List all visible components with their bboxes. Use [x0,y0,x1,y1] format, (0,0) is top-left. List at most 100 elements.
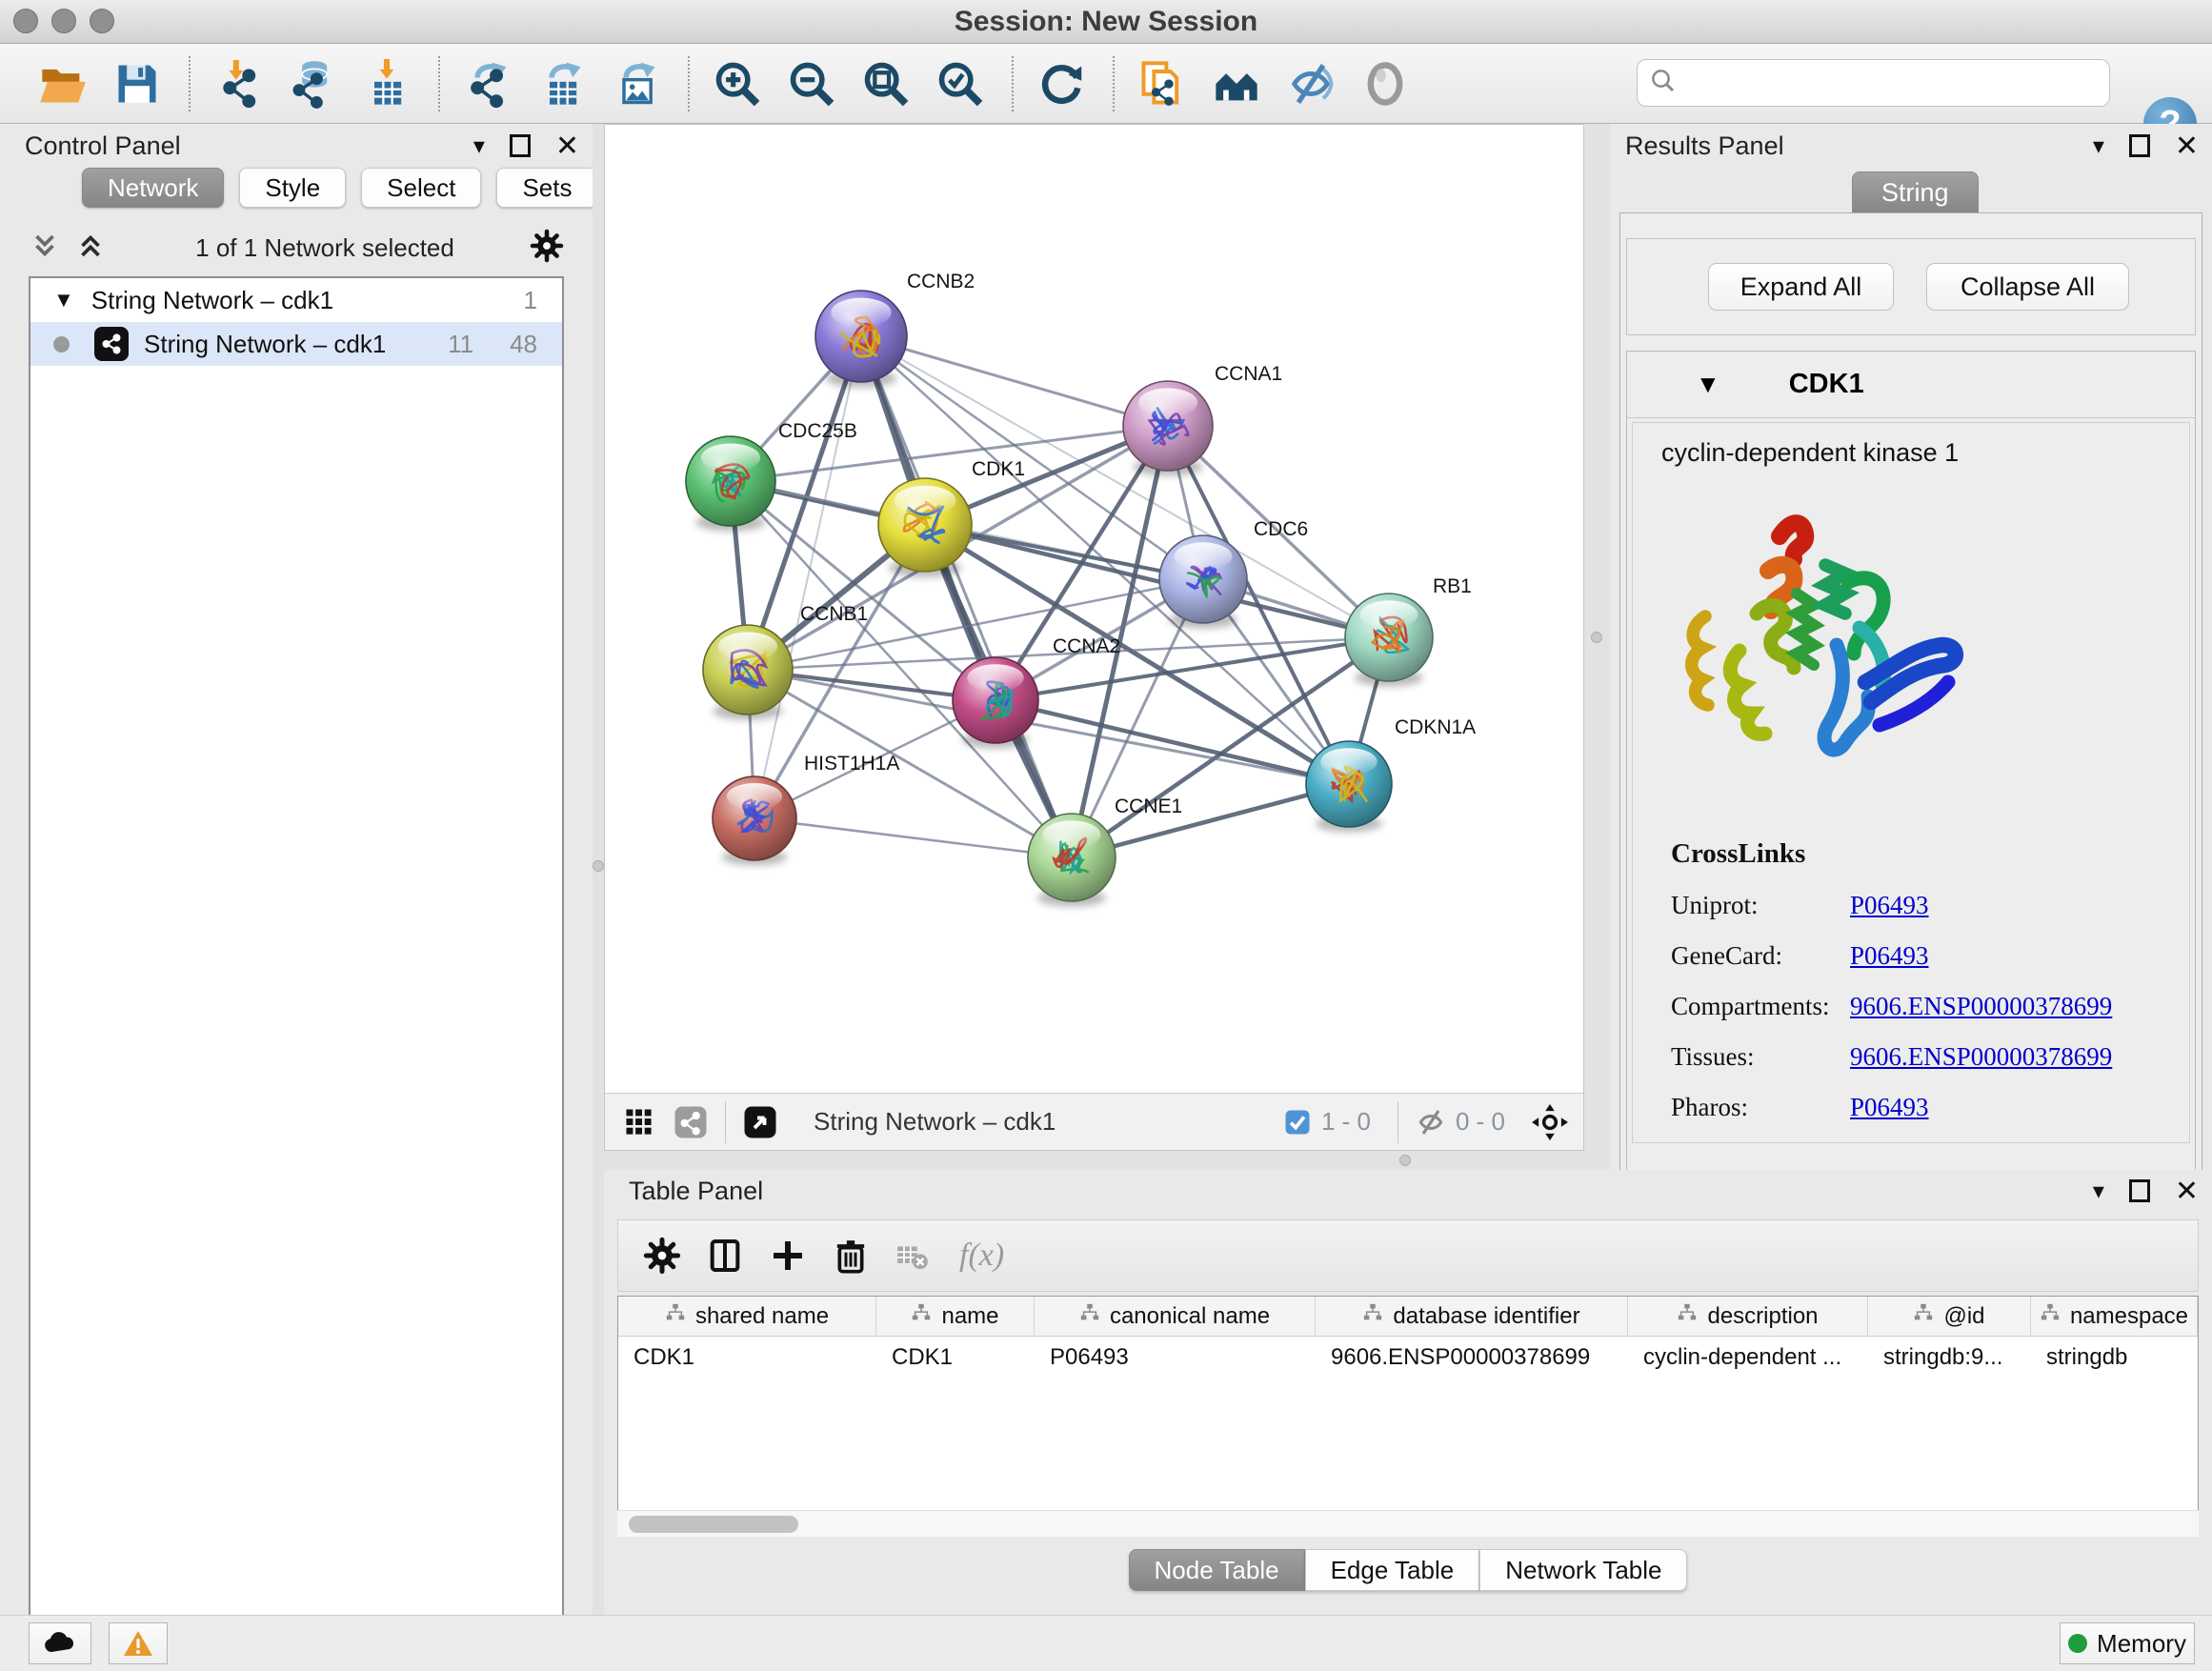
results-panel-menu-icon[interactable]: ▾ [2093,132,2104,160]
left-splitter-handle[interactable] [593,860,604,872]
open-session-button[interactable] [32,53,93,114]
node-HIST1H1A[interactable]: HIST1H1A [713,753,899,865]
table-row[interactable]: CDK1CDK1P064939606.ENSP00000378699cyclin… [618,1337,2198,1379]
zoom-selected-button[interactable] [930,53,991,114]
control-panel-close-icon[interactable]: ✕ [555,130,579,163]
node-CDKN1A[interactable]: CDKN1A [1306,716,1476,832]
right-splitter-handle[interactable] [1591,632,1602,643]
tab-edge-table[interactable]: Edge Table [1305,1549,1480,1591]
table-panel-float-icon[interactable] [2129,1179,2150,1202]
expand-all-networks-icon[interactable] [74,230,107,267]
table-cell[interactable]: CDK1 [618,1337,876,1379]
zoom-in-button[interactable] [707,53,768,114]
collapse-all-button[interactable]: Collapse All [1926,263,2129,311]
column-header-shared-name[interactable]: shared name [618,1297,876,1336]
column-header--id[interactable]: @id [1868,1297,2031,1336]
node-CDK1[interactable]: CDK1 [878,458,1025,577]
crosslink-link[interactable]: 9606.ENSP00000378699 [1850,1042,2112,1072]
column-header-namespace[interactable]: namespace [2031,1297,2198,1336]
table-cell[interactable]: 9606.ENSP00000378699 [1316,1337,1628,1379]
bottom-splitter-handle[interactable] [1399,1155,1411,1166]
table-cell[interactable]: stringdb:9... [1868,1337,2031,1379]
pan-crosshair-icon[interactable] [1532,1104,1568,1140]
edge-HIST1H1A-CCNE1[interactable] [754,818,1072,857]
network-share-icon[interactable] [674,1105,708,1139]
import-table-from-file-button[interactable] [356,53,417,114]
entry-collapse-icon[interactable]: ▼ [1696,370,1720,399]
control-panel-menu-icon[interactable]: ▾ [473,132,485,160]
control-panel-float-icon[interactable] [510,134,531,157]
tab-network[interactable]: Network [82,168,224,208]
table-cell[interactable]: cyclin-dependent ... [1628,1337,1868,1379]
export-table-button[interactable] [532,53,593,114]
hide-eye-button[interactable] [1280,53,1341,114]
minimize-window-button[interactable] [51,9,76,33]
trash-icon[interactable] [832,1237,870,1275]
crosslink-link[interactable]: P06493 [1850,1093,1929,1122]
network-collection-row[interactable]: ▼ String Network – cdk1 1 [30,278,562,322]
tab-sets[interactable]: Sets [496,168,597,208]
results-panel-float-icon[interactable] [2129,134,2150,157]
import-network-from-database-button[interactable] [282,53,343,114]
tab-style[interactable]: Style [239,168,346,208]
entry-header[interactable]: ▼ CDK1 [1627,352,2195,418]
table-hscrollbar[interactable] [617,1510,2199,1537]
table-cell[interactable]: P06493 [1035,1337,1316,1379]
warning-button[interactable] [109,1622,168,1664]
column-header-description[interactable]: description [1628,1297,1868,1336]
edge-CCNB2-CCNA1[interactable] [861,336,1168,426]
tab-node-table[interactable]: Node Table [1129,1549,1305,1591]
table-panel-menu-icon[interactable]: ▾ [2093,1178,2104,1205]
node-CCNB1[interactable]: CCNB1 [703,603,868,720]
tab-string[interactable]: String [1852,171,1979,213]
expand-all-button[interactable]: Expand All [1708,263,1894,311]
houses-button[interactable] [1206,53,1267,114]
grid-view-icon[interactable] [622,1105,656,1139]
node-CCNB2[interactable]: CCNB2 [815,271,975,388]
crosslink-link[interactable]: P06493 [1850,891,1929,920]
crosslink-link[interactable]: 9606.ENSP00000378699 [1850,992,2112,1021]
collapse-all-networks-icon[interactable] [29,230,61,267]
import-network-from-file-button[interactable] [208,53,269,114]
cloud-button[interactable] [29,1622,91,1664]
export-network-button[interactable] [457,53,518,114]
table-hscrollbar-thumb[interactable] [629,1516,798,1533]
export-image-button[interactable] [606,53,667,114]
node-RB1[interactable]: RB1 [1345,575,1472,687]
search-input[interactable] [1687,69,2098,98]
column-header-canonical-name[interactable]: canonical name [1035,1297,1316,1336]
hidden-eye-slash-icon[interactable] [1416,1107,1446,1137]
network-row-selected[interactable]: String Network – cdk1 11 48 [30,322,562,366]
tab-network-table[interactable]: Network Table [1479,1549,1687,1591]
duplicate-network-button[interactable] [1132,53,1193,114]
maximize-window-button[interactable] [90,9,114,33]
close-window-button[interactable] [13,9,38,33]
table-cell[interactable]: stringdb [2031,1337,2198,1379]
table-clear-icon[interactable] [895,1238,931,1274]
columns-icon[interactable] [706,1237,744,1275]
collection-expander-icon[interactable]: ▼ [53,288,74,312]
edge-CCNA2-CDKN1A[interactable] [995,700,1349,784]
table-cell[interactable]: CDK1 [876,1337,1035,1379]
birdseye-view-icon[interactable] [743,1105,777,1139]
zoom-out-button[interactable] [781,53,842,114]
save-session-button[interactable] [107,53,168,114]
network-graph[interactable]: CCNB2 CCNA1 CDC25B CDK1 CDC6 RB1 CCNB1 C… [605,125,1583,1093]
zoom-fit-button[interactable] [855,53,916,114]
left-splitter[interactable] [593,124,604,1615]
toolbar-separator [438,56,440,111]
selected-checkbox-icon[interactable] [1283,1108,1312,1137]
eye-button[interactable] [1355,53,1416,114]
column-header-name[interactable]: name [876,1297,1035,1336]
network-options-gear-icon[interactable] [530,229,564,268]
plus-icon[interactable] [769,1237,807,1275]
refresh-view-button[interactable] [1031,53,1092,114]
crosslink-link[interactable]: P06493 [1850,941,1929,971]
gear-icon[interactable] [643,1237,681,1275]
network-canvas[interactable]: CCNB2 CCNA1 CDC25B CDK1 CDC6 RB1 CCNB1 C… [604,124,1584,1151]
results-panel-close-icon[interactable]: ✕ [2175,130,2199,163]
tab-select[interactable]: Select [361,168,481,208]
memory-button[interactable]: Memory [2060,1622,2195,1664]
column-header-database-identifier[interactable]: database identifier [1316,1297,1628,1336]
table-panel-close-icon[interactable]: ✕ [2175,1175,2199,1208]
